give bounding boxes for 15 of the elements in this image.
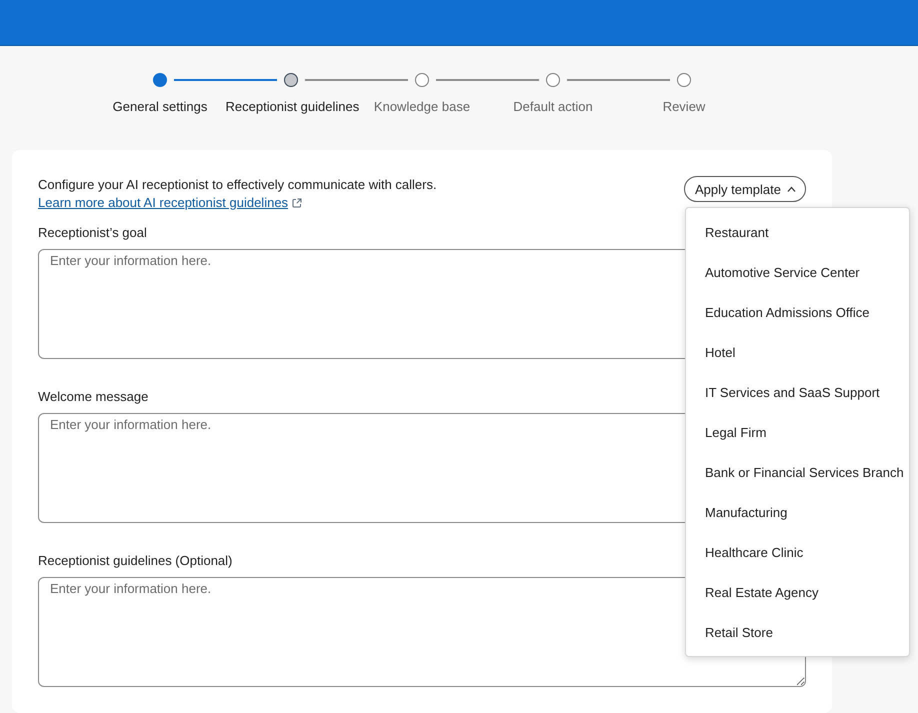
caret-icon xyxy=(787,186,796,192)
apply-template-button[interactable]: Apply template xyxy=(684,176,806,202)
learn-more-link[interactable]: Learn more about AI receptionist guidelines xyxy=(38,195,302,210)
field-label: Receptionist’s goal xyxy=(38,225,147,241)
external-link-icon xyxy=(292,198,302,208)
menu-item[interactable]: Healthcare Clinic xyxy=(686,532,909,572)
intro-text: Configure your AI receptionist to effectively communicate with callers. Learn more about AI receptionist guidelines xyxy=(38,176,438,212)
field-label: Welcome message xyxy=(38,389,148,405)
menu-item[interactable]: IT Services and SaaS Support xyxy=(686,372,909,412)
step-label[interactable]: Default action xyxy=(488,99,618,115)
field-label: Receptionist guidelines (Optional) xyxy=(38,553,232,569)
step-label[interactable]: General settings xyxy=(94,99,226,115)
step-label[interactable]: Receptionist guidelines xyxy=(226,99,356,115)
step-label[interactable]: Review xyxy=(618,99,750,115)
menu-item[interactable]: Restaurant xyxy=(686,212,909,252)
